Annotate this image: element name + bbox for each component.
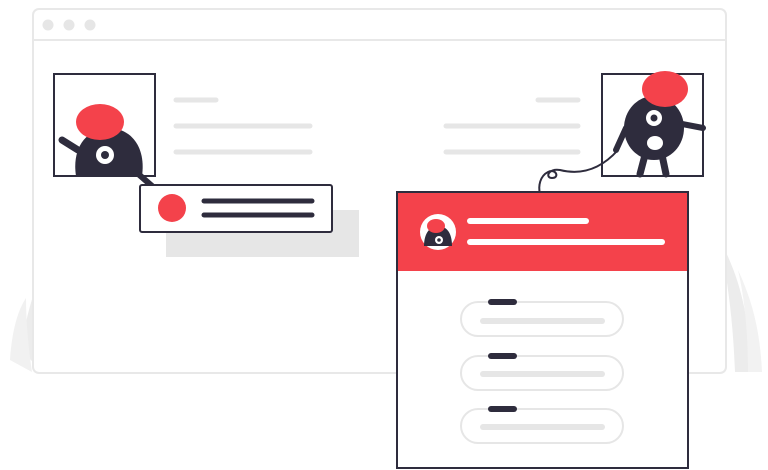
card-list-item[interactable] (460, 353, 624, 391)
right-avatar-frame (601, 71, 706, 178)
left-avatar-frame (53, 73, 156, 189)
browser-dot-icon (63, 19, 75, 31)
browser-dot-icon (84, 19, 96, 31)
illustration-stage (0, 0, 768, 470)
card-list-item[interactable] (460, 406, 624, 444)
left-chat-bubble (139, 184, 359, 257)
profile-card (396, 191, 689, 469)
chat-profile-illustration (10, 8, 762, 469)
card-avatar-icon (420, 214, 456, 250)
browser-dot-icon (42, 19, 54, 31)
bubble-avatar-icon (158, 194, 186, 222)
card-list-item[interactable] (460, 299, 624, 337)
